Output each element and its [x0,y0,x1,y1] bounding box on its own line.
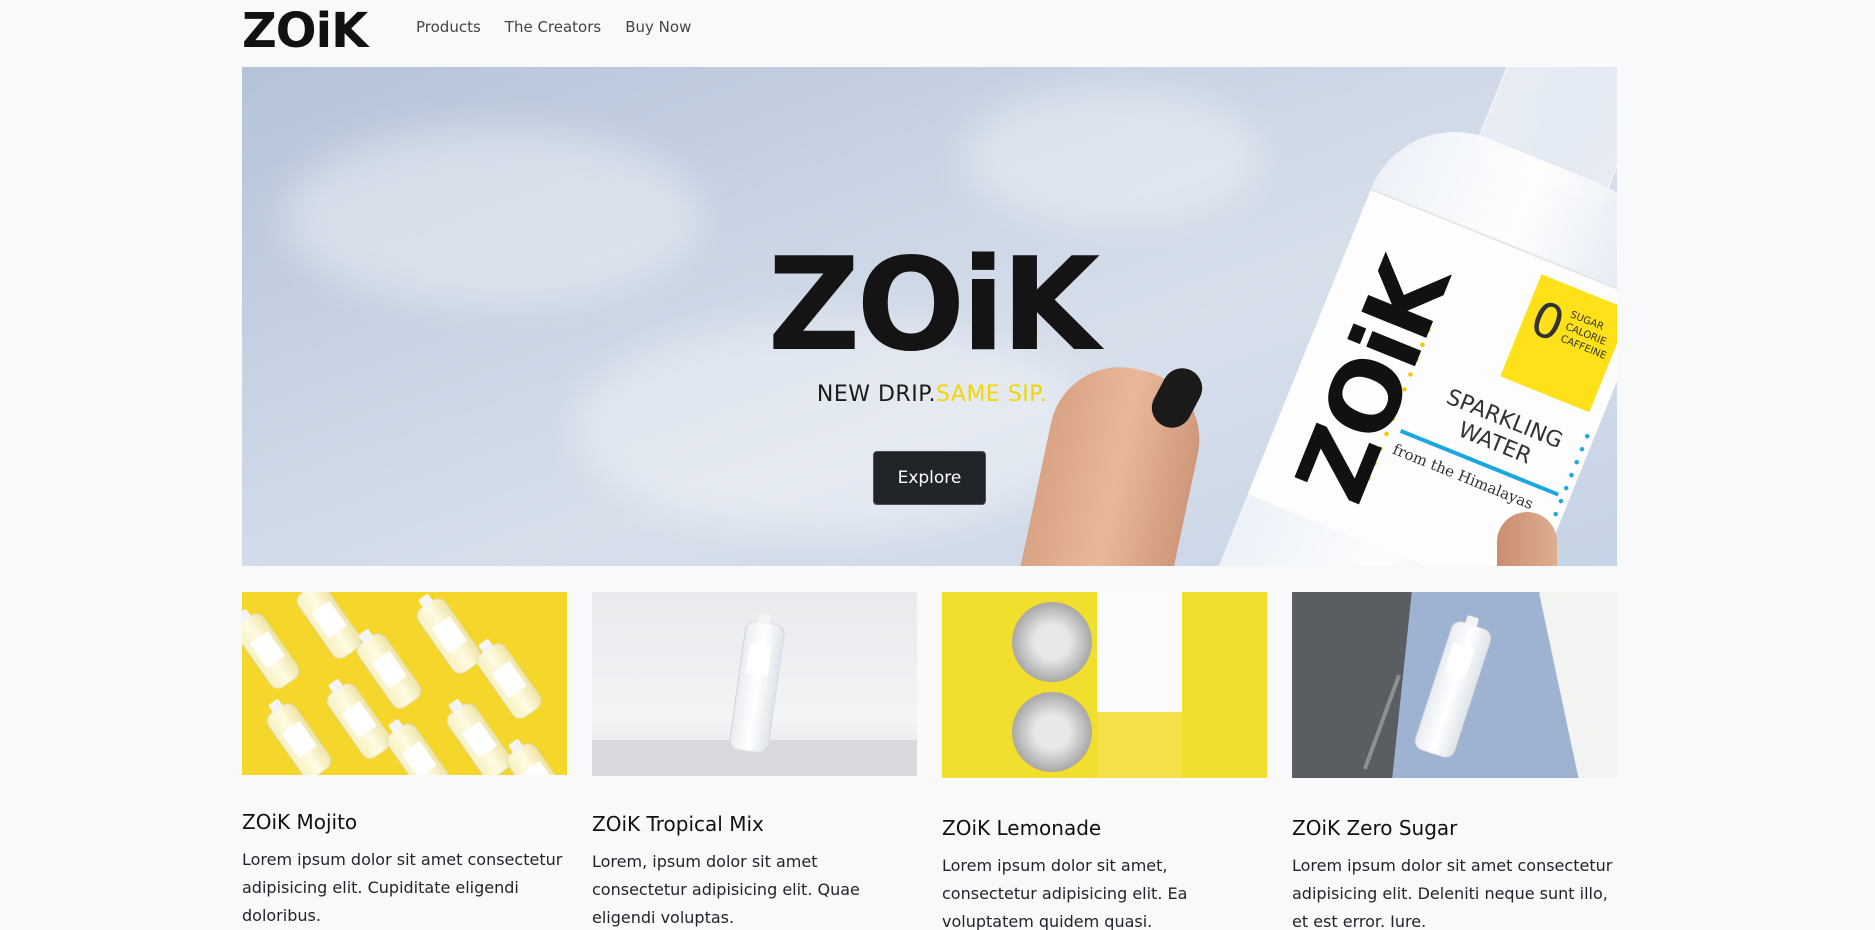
card-text: Lorem, ipsum dolor sit amet consectetur … [592,852,860,927]
nav-link-buy-now[interactable]: Buy Now [613,17,703,37]
hero-logo: ZOiK [768,242,1101,370]
brand-logo[interactable]: ZOiK [242,3,368,59]
hero-logo-text: ZOiK [767,231,1101,380]
card-title: ZOiK Mojito [242,810,358,834]
product-image [242,592,567,775]
card-text: Lorem ipsum dolor sit amet, consectetur … [942,856,1188,930]
zero-sticker: 0 SUGAR CALORIE CAFFEINE [1500,274,1617,413]
product-image [942,592,1267,778]
nav-link-products[interactable]: Products [416,17,493,37]
product-card-zero-sugar[interactable]: ZOiK Zero Sugar Lorem ipsum dolor sit am… [1292,592,1617,930]
product-card-lemonade[interactable]: ZOiK Lemonade Lorem ipsum dolor sit amet… [942,592,1267,930]
nav-link-the-creators[interactable]: The Creators [493,17,613,37]
card-text: Lorem ipsum dolor sit amet consectetur a… [1292,856,1613,930]
cloud-decoration [282,127,702,307]
brand-name: ZOiK [242,3,368,59]
navbar: ZOiK Products The Creators Buy Now [0,0,1875,66]
card-title: ZOiK Zero Sugar [1292,816,1458,840]
nav-links: Products The Creators Buy Now [416,17,703,37]
card-title: ZOiK Tropical Mix [592,812,764,836]
cloud-decoration [962,87,1262,227]
hero-banner: ZOiK NEW DRIP.SAME SIP. Explore ZOiK 0 S… [242,67,1617,566]
card-title: ZOiK Lemonade [942,816,1102,840]
card-text: Lorem ipsum dolor sit amet consectetur a… [242,850,563,925]
product-card-mojito[interactable]: ZOiK Mojito Lorem ipsum dolor sit amet c… [242,592,567,930]
explore-button[interactable]: Explore [873,451,986,505]
product-image [592,592,917,776]
sticker-text: SUGAR CALORIE CAFFEINE [1558,309,1617,363]
product-image [1292,592,1617,778]
product-card-tropical-mix[interactable]: ZOiK Tropical Mix Lorem, ipsum dolor sit… [592,592,917,930]
hero-content: ZOiK NEW DRIP.SAME SIP. [742,242,1122,408]
hand-image [1497,512,1557,566]
tagline-part1: NEW DRIP. [816,382,937,407]
tagline-part2: SAME SIP. [936,382,1048,407]
